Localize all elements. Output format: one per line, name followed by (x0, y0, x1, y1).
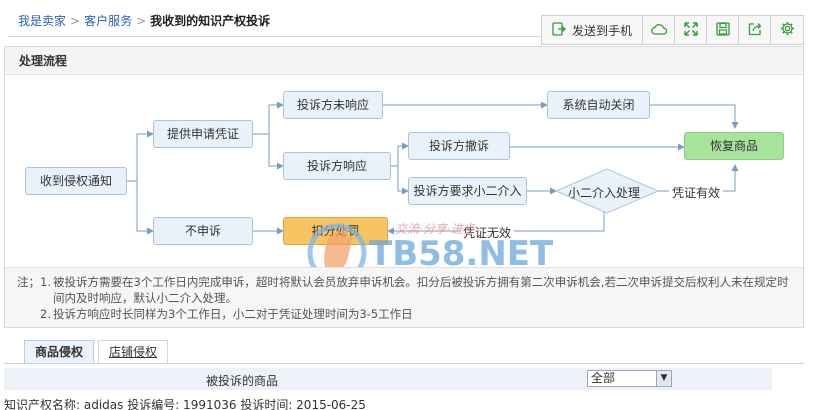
node-receive-notice: 收到侵权通知 (25, 167, 127, 195)
node-complainant-no-response: 投诉方未响应 (283, 91, 383, 119)
share-button[interactable] (739, 16, 771, 44)
node-restore-product: 恢复商品 (684, 132, 784, 160)
note-line-2: 投诉方响应时长同样为3个工作日，小二对于凭证处理时间为3-5工作日 (53, 307, 413, 321)
settings-button[interactable] (771, 16, 803, 44)
node-no-appeal: 不申诉 (153, 217, 253, 245)
status-filter-select[interactable]: 全部 ▼ (587, 370, 672, 387)
tab-store-infringement[interactable]: 店铺侵权 (98, 340, 169, 364)
node-system-auto-close: 系统自动关闭 (547, 91, 650, 119)
tab-product-infringement[interactable]: 商品侵权 (24, 340, 95, 364)
complaint-table-header: 被投诉的商品 全部 ▼ (4, 368, 772, 390)
process-panel-title: 处理流程 (5, 47, 803, 75)
breadcrumb-separator: > (136, 14, 147, 28)
note-row-1: 注；1. 被投诉方需要在3个工作日内完成申诉，超时将默认会员放弃申诉机会。扣分后… (17, 274, 791, 306)
breadcrumb: 我是卖家 > 客户服务 > 我收到的知识产权投诉 (18, 12, 270, 29)
edge-label-evidence-valid: 凭证有效 (669, 184, 724, 201)
node-xiaoer-processing: 小二介入处理 (568, 186, 641, 200)
chevron-down-icon: ▼ (656, 371, 671, 386)
save-icon (715, 21, 730, 39)
status-filter-value: 全部 (591, 371, 616, 385)
fullscreen-button[interactable] (675, 16, 707, 44)
settings-icon (780, 21, 795, 39)
complaint-type-tabs: 商品侵权 店铺侵权 (24, 340, 169, 364)
breadcrumb-seller[interactable]: 我是卖家 (18, 14, 66, 28)
page-title: 我收到的知识产权投诉 (150, 14, 271, 28)
node-provide-evidence: 提供申请凭证 (153, 120, 253, 148)
breadcrumb-separator: > (70, 14, 81, 28)
note-prefix: 注；1. (17, 275, 51, 289)
send-to-phone-label: 发送到手机 (571, 23, 632, 38)
edge-label-evidence-invalid: 凭证无效 (460, 224, 515, 241)
process-flow-panel: 处理流程 收到侵权通知 提供申请凭证 投诉方未响应 系统自动关闭 投诉方响应 投… (4, 46, 804, 328)
node-deduct-points: 扣分处罚 (283, 217, 388, 245)
node-complainant-withdraw: 投诉方撤诉 (408, 132, 510, 160)
process-notes: 注；1. 被投诉方需要在3个工作日内完成申诉，超时将默认会员放弃申诉机会。扣分后… (5, 267, 803, 327)
save-button[interactable] (707, 16, 739, 44)
note-row-2: 2. 投诉方响应时长同样为3个工作日，小二对于凭证处理时间为3-5工作日 (17, 306, 791, 322)
column-complained-product: 被投诉的商品 (206, 374, 279, 388)
node-complainant-response: 投诉方响应 (283, 152, 391, 180)
phone-send-icon (552, 21, 566, 39)
tab-divider (4, 363, 804, 364)
breadcrumb-customer-service[interactable]: 客户服务 (84, 14, 132, 28)
note-number-2: 2. (40, 307, 51, 321)
cloud-button[interactable] (643, 16, 675, 44)
flow-diagram: 收到侵权通知 提供申请凭证 投诉方未响应 系统自动关闭 投诉方响应 投诉方撤诉 … (5, 75, 803, 267)
title-divider (8, 36, 542, 37)
cloud-icon (650, 23, 667, 38)
node-request-xiaoer: 投诉方要求小二介入 (408, 177, 527, 205)
note-line-1: 被投诉方需要在3个工作日内完成申诉，超时将默认会员放弃申诉机会。扣分后被投诉方拥… (53, 275, 789, 305)
share-icon (748, 22, 762, 39)
toolbar: 发送到手机 (541, 15, 804, 45)
send-to-phone-button[interactable]: 发送到手机 (542, 16, 643, 44)
fullscreen-icon (683, 21, 698, 39)
complaint-record-summary: 知识产权名称: adidas 投诉编号: 1991036 投诉时间: 2015-… (4, 398, 366, 410)
